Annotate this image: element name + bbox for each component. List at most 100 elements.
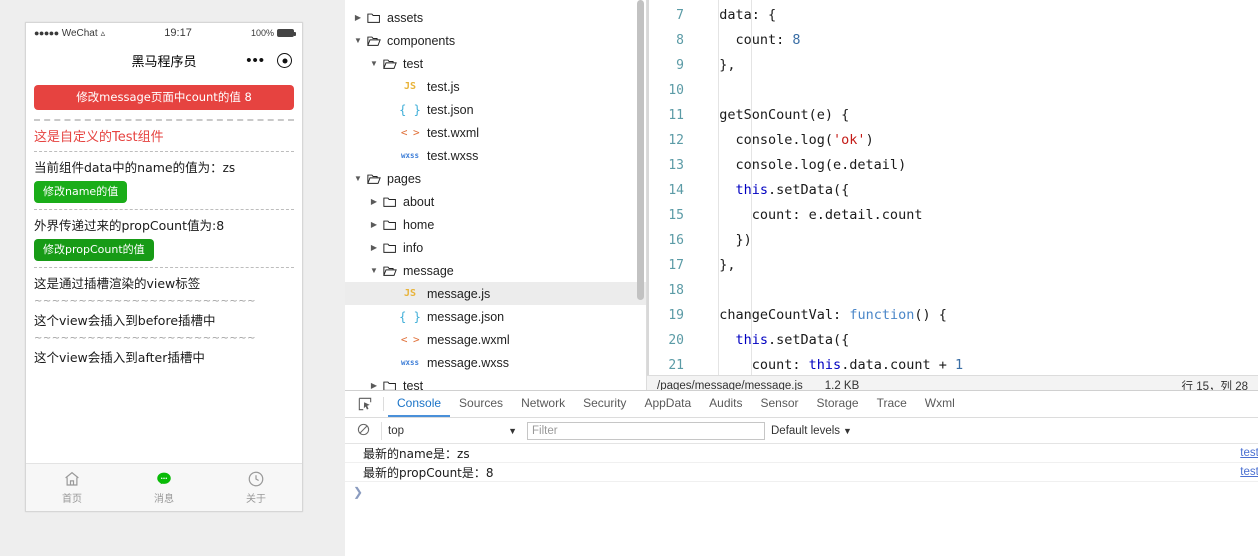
- change-name-row: 修改name的值: [34, 180, 294, 203]
- code-token: .setData({: [768, 332, 850, 348]
- tree-item-test-json[interactable]: { } test.json: [345, 98, 646, 121]
- change-message-count-button[interactable]: 修改message页面中count的值 8: [34, 85, 294, 110]
- line-number: 19: [668, 308, 684, 323]
- tree-item-test-wxml[interactable]: < > test.wxml: [345, 121, 646, 144]
- tree-item-home[interactable]: ▶ home: [345, 213, 646, 236]
- tree-item-message-wxml[interactable]: < > message.wxml: [345, 328, 646, 351]
- devtools-tab-sources[interactable]: Sources: [450, 391, 512, 417]
- console-output[interactable]: 最新的name是：zs test. 最新的propCount是：8 test. ❯: [345, 444, 1258, 556]
- chevron-right-icon[interactable]: ▶: [367, 381, 381, 390]
- console-context-selector[interactable]: top ▼: [381, 421, 521, 440]
- tree-item-label: message.wxml: [427, 332, 510, 347]
- tree-item-test-wxss[interactable]: wxss test.wxss: [345, 144, 646, 167]
- chevron-down-icon-2: ▼: [843, 425, 852, 436]
- tree-item-label: test.wxml: [427, 125, 480, 140]
- devtools-tab-security[interactable]: Security: [574, 391, 635, 417]
- status-bar-right: 100%: [251, 28, 296, 38]
- status-bar-time: 19:17: [164, 27, 192, 39]
- tree-item-message-wxss[interactable]: wxss message.wxss: [345, 351, 646, 374]
- tab-item-home[interactable]: 首页: [26, 470, 118, 505]
- status-bar-left: ●●●●● WeChat ▵: [34, 28, 105, 39]
- change-prop-count-button[interactable]: 修改propCount的值: [34, 238, 154, 261]
- line-number: 7: [676, 8, 684, 23]
- tree-item-components[interactable]: ▼ components: [345, 29, 646, 52]
- message-bubble-icon: [157, 472, 171, 485]
- code-editor[interactable]: 7 8 9 10 11 12 13 14 15 16 17 18 19 20 21 data: { coun…: [647, 0, 1258, 375]
- code-content[interactable]: data: { count: 8 }, getSonCount(e) { con…: [693, 0, 1258, 375]
- tree-item-pages[interactable]: ▼ pages: [345, 167, 646, 190]
- devtools-tab-storage[interactable]: Storage: [808, 391, 868, 417]
- chevron-right-icon[interactable]: ▶: [367, 197, 381, 206]
- code-token: getSonCount(e) {: [703, 107, 850, 123]
- file-tree[interactable]: ▶ assets ▼ components ▼ test JS test.js { } test.…: [345, 0, 646, 390]
- devtools-tab-wxml[interactable]: Wxml: [916, 391, 964, 417]
- tree-item-label: message.json: [427, 309, 505, 324]
- slot-before-label: 这个view会插入到before插槽中: [34, 312, 216, 328]
- console-message-source-link[interactable]: test.: [1240, 466, 1258, 478]
- chevron-right-icon[interactable]: ▶: [351, 13, 365, 22]
- chevron-down-icon[interactable]: ▼: [351, 36, 365, 45]
- line-number: 10: [668, 83, 684, 98]
- devtools-tab-network[interactable]: Network: [512, 391, 574, 417]
- console-input-prompt[interactable]: ❯: [345, 482, 1258, 501]
- folder-closed-icon: [381, 380, 399, 390]
- code-token: data: {: [703, 7, 777, 23]
- component-name-value: zs: [222, 160, 236, 175]
- devtools-tab-console[interactable]: Console: [388, 391, 451, 417]
- slot-default-label: 这是通过插槽渲染的view标签: [34, 275, 201, 291]
- devtools-tab-trace[interactable]: Trace: [868, 391, 916, 417]
- tree-item-label: message.js: [427, 286, 491, 301]
- code-token: .setData({: [768, 182, 850, 198]
- tab-label-message: 消息: [154, 494, 174, 505]
- clear-console-icon[interactable]: [351, 423, 375, 439]
- code-token: function: [849, 307, 915, 323]
- devtools-tab-audits[interactable]: Audits: [700, 391, 751, 417]
- code-token: }): [703, 232, 752, 248]
- wxml-file-icon: < >: [400, 333, 420, 346]
- change-name-button[interactable]: 修改name的值: [34, 180, 128, 203]
- folder-closed-icon: [381, 242, 399, 254]
- tree-item-label: message.wxss: [427, 355, 509, 370]
- tree-item-label: test.wxss: [427, 148, 479, 163]
- chevron-right-icon[interactable]: ▶: [367, 243, 381, 252]
- tab-item-message[interactable]: 消息: [118, 470, 210, 505]
- tree-item-test-js[interactable]: JS test.js: [345, 75, 646, 98]
- tree-item-about[interactable]: ▶ about: [345, 190, 646, 213]
- chevron-down-icon[interactable]: ▼: [351, 174, 365, 183]
- tree-item-message-js[interactable]: JS message.js: [345, 282, 646, 305]
- tree-item-test[interactable]: ▶ test: [345, 374, 646, 390]
- tab-item-about[interactable]: 关于: [210, 470, 302, 505]
- tree-item-test[interactable]: ▼ test: [345, 52, 646, 75]
- line-number: 20: [668, 333, 684, 348]
- devtools-tab-sensor[interactable]: Sensor: [752, 391, 808, 417]
- chevron-right-icon[interactable]: ▶: [367, 220, 381, 229]
- folder-open-icon: [381, 58, 399, 70]
- line-number: 11: [668, 108, 684, 123]
- line-number: 18: [668, 283, 684, 298]
- folder-closed-icon: [381, 196, 399, 208]
- tree-item-assets[interactable]: ▶ assets: [345, 6, 646, 29]
- console-levels-label: Default levels: [771, 424, 841, 437]
- chevron-down-icon[interactable]: ▼: [367, 59, 381, 68]
- file-explorer[interactable]: ▶ assets ▼ components ▼ test JS test.js { } test.…: [345, 0, 647, 390]
- more-dots-icon[interactable]: •••: [246, 53, 265, 68]
- console-filter-input[interactable]: Filter: [527, 421, 765, 440]
- target-circle-icon[interactable]: [277, 53, 292, 68]
- divider-dashed-thin-2: [34, 208, 294, 210]
- console-levels-selector[interactable]: Default levels ▼: [771, 425, 852, 437]
- file-tree-scrollbar[interactable]: [637, 0, 644, 300]
- tree-item-message[interactable]: ▼ message: [345, 259, 646, 282]
- battery-icon: [277, 29, 296, 37]
- chevron-down-icon[interactable]: ▼: [367, 266, 381, 275]
- tree-item-message-json[interactable]: { } message.json: [345, 305, 646, 328]
- tree-item-label: message: [403, 263, 454, 278]
- wxss-file-icon: wxss: [400, 151, 420, 160]
- devtools-tab-appdata[interactable]: AppData: [635, 391, 700, 417]
- tree-item-info[interactable]: ▶ info: [345, 236, 646, 259]
- inspect-element-icon[interactable]: [351, 391, 379, 417]
- console-message-source-link[interactable]: test.: [1240, 447, 1258, 459]
- code-token: },: [703, 257, 736, 273]
- line-number: 14: [668, 183, 684, 198]
